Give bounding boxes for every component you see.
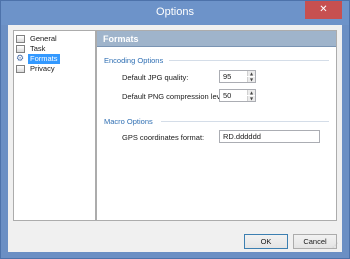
png-compression-label: Default PNG compression level: bbox=[122, 92, 229, 101]
spin-arrows: ▲ ▼ bbox=[247, 90, 255, 101]
options-category-tree[interactable]: General Task ⚙ Formats Privacy bbox=[13, 30, 96, 221]
jpg-quality-stepper[interactable]: 95 ▲ ▼ bbox=[219, 70, 256, 83]
formats-panel: Formats Encoding Options Default JPG qua… bbox=[96, 30, 337, 221]
tree-item-label: Task bbox=[30, 44, 46, 53]
tree-item-label: Privacy bbox=[30, 64, 55, 73]
tree-item-general[interactable]: General bbox=[16, 34, 94, 44]
spin-up-icon[interactable]: ▲ bbox=[247, 90, 255, 95]
encoding-options-heading: Encoding Options bbox=[104, 56, 164, 65]
close-button[interactable]: ✕ bbox=[305, 1, 342, 19]
png-compression-value[interactable]: 50 bbox=[223, 91, 231, 101]
tree-item-task[interactable]: Task bbox=[16, 44, 94, 54]
gps-format-field[interactable]: RD.dddddd bbox=[219, 130, 320, 143]
tree-item-privacy[interactable]: Privacy bbox=[16, 64, 94, 74]
dialog-client-area: General Task ⚙ Formats Privacy Formats E… bbox=[8, 25, 342, 252]
gear-icon: ⚙ bbox=[16, 54, 25, 64]
spin-down-icon[interactable]: ▼ bbox=[247, 77, 255, 82]
checkbox-icon bbox=[16, 35, 25, 43]
checkbox-icon bbox=[16, 65, 25, 73]
checkbox-icon bbox=[16, 45, 25, 53]
group-divider bbox=[169, 60, 329, 61]
jpg-quality-value[interactable]: 95 bbox=[223, 72, 231, 82]
gps-format-value[interactable]: RD.dddddd bbox=[223, 132, 261, 142]
spin-arrows: ▲ ▼ bbox=[247, 71, 255, 82]
resize-grip-icon[interactable]: ⋰ bbox=[332, 242, 340, 250]
window-title: Options bbox=[156, 6, 194, 18]
spin-down-icon[interactable]: ▼ bbox=[247, 96, 255, 101]
tree-item-label: Formats bbox=[28, 54, 60, 64]
gps-format-label: GPS coordinates format: bbox=[122, 133, 205, 142]
macro-options-heading: Macro Options bbox=[104, 117, 153, 126]
panel-title: Formats bbox=[103, 34, 139, 44]
png-compression-stepper[interactable]: 50 ▲ ▼ bbox=[219, 89, 256, 102]
panel-header: Formats bbox=[97, 31, 336, 47]
spin-up-icon[interactable]: ▲ bbox=[247, 71, 255, 76]
tree-item-label: General bbox=[30, 34, 57, 43]
title-bar[interactable]: Options ✕ bbox=[1, 1, 349, 25]
ok-button[interactable]: OK bbox=[244, 234, 288, 249]
tree-item-formats[interactable]: ⚙ Formats bbox=[16, 54, 94, 64]
jpg-quality-label: Default JPG quality: bbox=[122, 73, 189, 82]
cancel-button[interactable]: Cancel bbox=[293, 234, 337, 249]
group-divider bbox=[161, 121, 329, 122]
options-window: Options ✕ General Task ⚙ Formats Privacy bbox=[0, 0, 350, 259]
